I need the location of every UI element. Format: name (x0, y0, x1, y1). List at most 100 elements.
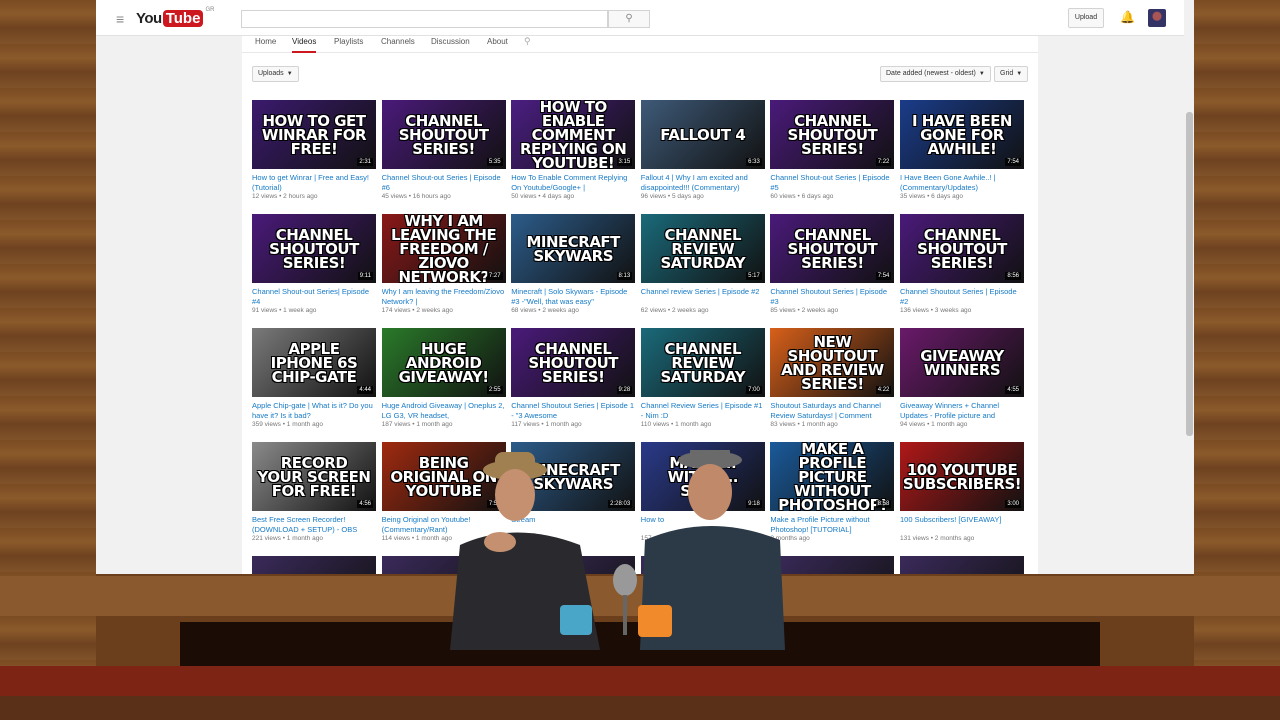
video-card[interactable]: 100 YOUTUBE SUBSCRIBERS! 3:00 100 Subscrib… (900, 442, 1024, 556)
video-title-link[interactable]: Channel Shoutout Series | Episode #2 (900, 287, 1024, 306)
video-thumbnail[interactable]: CHANNEL REVIEW SATURDAY 7:00 (640, 328, 765, 397)
video-card[interactable]: MINECRAFT SKYWARS 8:13 Minecraft | Solo Sk… (511, 214, 636, 328)
thumbnail-text: RECORD YOUR SCREEN FOR FREE! (257, 453, 371, 500)
video-duration: 8:58 (875, 500, 892, 508)
video-card[interactable] (252, 556, 376, 574)
video-thumbnail[interactable]: CHANNEL SHOUTOUT SERIES! 7:54 (770, 214, 895, 283)
video-title-link[interactable]: Channel Shoutout Series | Episode 1 - "3… (511, 401, 635, 420)
video-duration: 7:54 (1005, 158, 1021, 166)
video-title-link[interactable]: Best Free Screen Recorder! (DOWNLOAD + S… (252, 515, 376, 534)
video-title-link[interactable]: Apple Chip-gate | What is it? Do you hav… (252, 401, 376, 420)
video-duration: 4:22 (875, 386, 892, 394)
video-title-link[interactable]: Channel Shout-out Series | Episode #6 (382, 173, 506, 192)
video-card[interactable]: FALLOUT 4 6:33 Fallout 4 | Why I am excite… (640, 100, 765, 214)
video-thumbnail[interactable]: CHANNEL SHOUTOUT SERIES! 9:11 (252, 214, 376, 283)
menu-icon[interactable]: ≡ (116, 11, 124, 27)
avatar[interactable] (1148, 9, 1166, 27)
video-thumbnail[interactable]: WHY I AM LEAVING THE FREEDOM / ZIOVO NET… (381, 214, 506, 283)
video-card[interactable]: CHANNEL SHOUTOUT SERIES! 5:35 Channel Shou… (381, 100, 506, 214)
chevron-down-icon: ▼ (978, 71, 985, 77)
video-title-link[interactable]: Minecraft | Solo Skywars - Episode #3 -"… (511, 287, 635, 306)
thumbnail-text: I HAVE BEEN GONE FOR AWHILE! (911, 111, 1013, 158)
scrollbar[interactable] (1184, 0, 1194, 574)
youtube-header: ≡ You Tube GR ⚲ Upload 🔔 (96, 0, 1194, 36)
video-card[interactable]: CHANNEL REVIEW SATURDAY 5:17 Channel revie… (640, 214, 765, 328)
video-title-link[interactable]: Channel review Series | Episode #2 (641, 287, 765, 306)
video-title-link[interactable]: Huge Android Giveaway | Oneplus 2, LG G3… (382, 401, 506, 420)
upload-button[interactable]: Upload (1068, 8, 1104, 28)
video-card[interactable]: HOW TO GET WINRAR FOR FREE! 2:31 How to ge… (252, 100, 376, 214)
scrollbar-thumb[interactable] (1186, 112, 1193, 436)
channel-search-icon[interactable]: ⚲ (524, 36, 531, 47)
video-card[interactable]: CHANNEL SHOUTOUT SERIES! 9:11 Channel Shou… (252, 214, 376, 328)
video-thumbnail[interactable]: NEW SHOUTOUT AND REVIEW SERIES! 4:22 (770, 328, 895, 397)
video-thumbnail[interactable]: FALLOUT 4 6:33 (640, 100, 765, 169)
video-title-link[interactable]: Fallout 4 | Why I am excited and disappo… (641, 173, 765, 192)
video-title-link[interactable]: How to get Winrar | Free and Easy! (Tuto… (252, 173, 376, 192)
video-thumbnail[interactable]: APPLE IPHONE 6S CHIP-GATE 4:44 (252, 328, 376, 397)
video-thumbnail[interactable]: 100 YOUTUBE SUBSCRIBERS! 3:00 (900, 442, 1024, 511)
search-input[interactable] (241, 10, 608, 28)
video-thumbnail[interactable]: HOW TO ENABLE COMMENT REPLYING ON YOUTUB… (511, 100, 636, 169)
video-thumbnail[interactable]: CHANNEL SHOUTOUT SERIES! 7:22 (770, 100, 895, 169)
video-title-link[interactable]: Channel Shout-out Series | Episode #5 (770, 173, 894, 192)
video-thumbnail[interactable]: RECORD YOUR SCREEN FOR FREE! 4:56 (252, 442, 376, 511)
video-card[interactable]: HOW TO (900, 556, 1024, 574)
video-title-link[interactable]: Why I am leaving the Freedom/Ziovo Netwo… (382, 287, 506, 306)
video-card[interactable]: APPLE IPHONE 6S CHIP-GATE 4:44 Apple Chip-… (252, 328, 376, 442)
video-card[interactable]: GIVEAWAY WINNERS 4:55 Giveaway Winners + C… (900, 328, 1024, 442)
video-card[interactable]: CHANNEL SHOUTOUT SERIES! 7:22 Channel Shou… (770, 100, 895, 214)
video-thumbnail[interactable]: CHANNEL SHOUTOUT SERIES! 9:28 (511, 328, 636, 397)
thumbnail-text: GIVEAWAY WINNERS (920, 346, 1004, 379)
tab-channels[interactable]: Channels (381, 36, 415, 53)
video-meta: 117 views • 1 month ago (511, 421, 582, 428)
notifications-bell-icon[interactable]: 🔔 (1120, 10, 1135, 24)
video-card[interactable]: CHANNEL REVIEW SATURDAY 7:00 Channel Revie… (640, 328, 765, 442)
tab-discussion[interactable]: Discussion (431, 36, 470, 53)
video-card[interactable]: NEW SHOUTOUT AND REVIEW SERIES! 4:22 Shout… (770, 328, 895, 442)
video-title-link[interactable]: How To Enable Comment Replying On Youtub… (511, 173, 635, 192)
thumbnail-text: FALLOUT 4 (660, 125, 746, 144)
video-card[interactable]: CHANNEL SHOUTOUT SERIES! 8:56 Channel Shou… (900, 214, 1024, 328)
video-card[interactable]: WHY I AM LEAVING THE FREEDOM / ZIOVO NET… (381, 214, 506, 328)
video-title-link[interactable]: 100 Subscribers! [GIVEAWAY] (900, 515, 1024, 534)
video-thumbnail[interactable]: HOW TO GET WINRAR FOR FREE! 2:31 (252, 100, 376, 169)
video-title-link[interactable]: Shoutout Saturdays and Channel Review Sa… (770, 401, 894, 420)
video-card[interactable]: I HAVE BEEN GONE FOR AWHILE! 7:54 I Have B… (900, 100, 1024, 214)
video-card[interactable]: RECORD YOUR SCREEN FOR FREE! 4:56 Best Fre… (252, 442, 376, 556)
tab-about[interactable]: About (487, 36, 508, 53)
video-title-link[interactable]: Giveaway Winners + Channel Updates - Pro… (900, 401, 1024, 420)
video-thumbnail[interactable]: GIVEAWAY WINNERS 4:55 (900, 328, 1024, 397)
sort-label: Date added (newest - oldest) (886, 70, 976, 77)
video-thumbnail[interactable]: I HAVE BEEN GONE FOR AWHILE! 7:54 (900, 100, 1024, 169)
video-title-link[interactable]: I Have Been Gone Awhile..! | (Commentary… (900, 173, 1024, 192)
video-thumbnail[interactable]: CHANNEL SHOUTOUT SERIES! 5:35 (381, 100, 506, 169)
video-card[interactable]: HOW TO ENABLE COMMENT REPLYING ON YOUTUB… (511, 100, 636, 214)
video-title-link[interactable]: Channel Review Series | Episode #1 - Nim… (641, 401, 765, 420)
video-card[interactable]: CHANNEL SHOUTOUT SERIES! 7:54 Channel Shou… (770, 214, 895, 328)
tab-playlists[interactable]: Playlists (334, 36, 363, 53)
video-thumbnail[interactable]: CHANNEL REVIEW SATURDAY 5:17 (640, 214, 765, 283)
chevron-down-icon: ▼ (286, 71, 293, 77)
view-dropdown[interactable]: Grid ▼ (994, 66, 1029, 82)
video-card[interactable]: CHANNEL SHOUTOUT SERIES! 9:28 Channel Shou… (511, 328, 636, 442)
video-duration: 3:00 (1005, 500, 1021, 508)
video-thumbnail[interactable]: CHANNEL SHOUTOUT SERIES! 8:56 (900, 214, 1024, 283)
video-meta: 359 views • 1 month ago (252, 421, 323, 428)
tab-videos[interactable]: Videos (292, 36, 317, 53)
video-card[interactable]: HUGE ANDROID GIVEAWAY! 2:55 Huge Android G… (381, 328, 506, 442)
thumbnail-text: CHANNEL SHOUTOUT SERIES! (269, 225, 359, 272)
video-thumbnail[interactable]: HUGE ANDROID GIVEAWAY! 2:55 (381, 328, 506, 397)
video-thumbnail[interactable]: MINECRAFT SKYWARS 8:13 (511, 214, 636, 283)
video-thumbnail[interactable] (252, 556, 376, 574)
sort-dropdown[interactable]: Date added (newest - oldest) ▼ (880, 66, 991, 82)
video-duration: 8:56 (1005, 272, 1021, 280)
video-title-link[interactable]: Channel Shout-out Series| Episode #4 (252, 287, 376, 306)
tab-home[interactable]: Home (255, 36, 276, 53)
video-title-link[interactable]: Channel Shoutout Series | Episode #3 (770, 287, 894, 306)
youtube-logo[interactable]: You Tube GR (136, 7, 214, 29)
video-thumbnail[interactable]: HOW TO (900, 556, 1024, 574)
search-button[interactable]: ⚲ (608, 10, 650, 28)
uploads-dropdown[interactable]: Uploads ▼ (252, 66, 299, 82)
video-meta: 45 views • 16 hours ago (381, 193, 451, 200)
